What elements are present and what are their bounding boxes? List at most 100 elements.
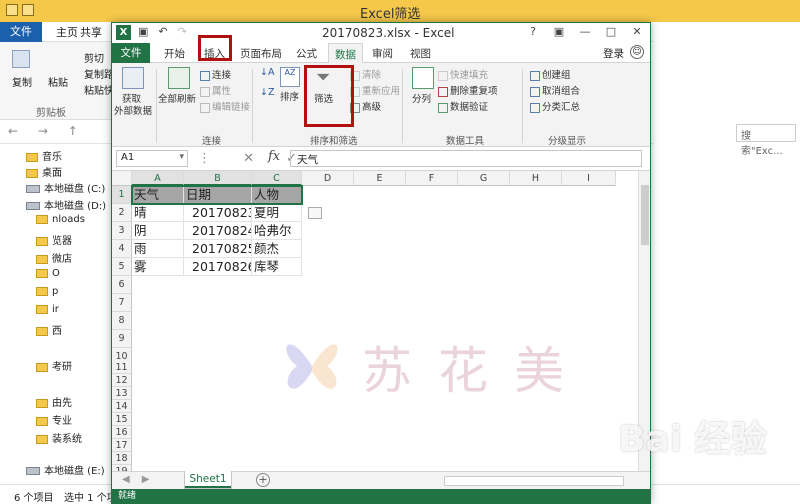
formula-input[interactable]: 天气 [290,150,642,167]
table-cell[interactable]: 20170823 [184,204,252,222]
table-cell[interactable]: 20170824 [184,222,252,240]
row-header[interactable]: 16 [112,426,132,439]
table-cell[interactable]: 哈弗尔 [252,222,302,240]
tree-item-disk-d[interactable]: 本地磁盘 (D:) [26,197,106,212]
tab-home[interactable]: 开始 [164,46,185,61]
name-box[interactable]: A1 [116,150,188,167]
paste-options-icon[interactable] [308,207,322,219]
col-header[interactable]: B [184,171,252,186]
connections-button[interactable]: 连接 [200,67,231,81]
row-header[interactable]: 14 [112,400,132,413]
subtotal-button[interactable]: 分类汇总 [530,99,580,113]
table-cell[interactable]: 晴 [132,204,184,222]
new-folder-icon[interactable] [22,4,34,16]
properties-button[interactable]: 属性 [200,83,231,97]
col-header[interactable]: F [406,171,458,186]
tree-item-music[interactable]: 音乐 [26,148,62,163]
row-header[interactable]: 5 [112,258,132,276]
flash-fill-button[interactable]: 快速填充 [438,67,488,81]
col-header[interactable]: H [510,171,562,186]
tree-item-folder[interactable]: 微店 [36,250,72,265]
table-cell[interactable]: 库琴 [252,258,302,276]
row-header[interactable]: 12 [112,374,132,387]
row-header[interactable]: 6 [112,276,132,294]
tree-item-folder[interactable]: p [36,286,58,297]
tree-item-folder[interactable]: ir [36,304,59,315]
cut-button[interactable]: 剪切 [84,50,104,65]
advanced-filter-button[interactable]: 高级 [350,99,381,113]
paste-button[interactable]: 粘贴 [48,74,68,89]
nav-arrows-icon[interactable]: ← → ↑ [8,124,86,138]
tab-data[interactable]: 数据 [328,43,363,64]
reapply-button[interactable]: 重新应用 [350,83,400,97]
explorer-tab-share[interactable]: 共享 [80,24,102,40]
tree-item-folder[interactable]: O [36,268,60,279]
tab-review[interactable]: 审阅 [372,46,393,61]
sort-dialog-icon[interactable]: AZ [280,67,300,87]
copy-button[interactable]: 复制 [12,74,32,89]
group-button[interactable]: 创建组 [530,67,571,81]
tree-item-folder[interactable]: 专业 [36,412,72,427]
close-button[interactable]: ✕ [624,23,650,41]
row-header[interactable]: 8 [112,312,132,330]
text-to-columns-button[interactable]: 分列 [412,91,431,105]
col-header[interactable]: I [562,171,616,186]
sheet-nav-arrows-icon[interactable]: ◀▶ [122,474,161,485]
row-header[interactable]: 18 [112,452,132,465]
row-header[interactable]: 1 [112,186,132,204]
table-cell[interactable]: 阴 [132,222,184,240]
sheet-tab[interactable]: Sheet1 [184,471,232,489]
row-header[interactable]: 11 [112,361,132,374]
feedback-smiley-icon[interactable]: ☺ [630,45,644,59]
add-sheet-button[interactable]: + [256,473,270,487]
explorer-search-input[interactable]: 搜索"Exc... [736,124,796,157]
tab-view[interactable]: 视图 [410,46,431,61]
row-header[interactable]: 9 [112,330,132,348]
save-icon[interactable]: ▣ [138,25,148,38]
tree-item-folder[interactable]: 考研 [36,358,72,373]
row-header[interactable]: 15 [112,413,132,426]
table-cell[interactable]: 20170826 [184,258,252,276]
sign-in-link[interactable]: 登录 [603,46,624,61]
tree-item-folder[interactable]: 览器 [36,232,72,247]
table-cell[interactable]: 雨 [132,240,184,258]
tree-item-desktop[interactable]: 桌面 [26,164,62,179]
copy-path-button[interactable]: 复制路 [84,66,114,81]
sort-button[interactable]: 排序 [280,89,299,103]
select-all-corner[interactable] [112,171,132,186]
row-header[interactable]: 7 [112,294,132,312]
col-header[interactable]: G [458,171,510,186]
undo-icon[interactable]: ↶ [158,25,167,38]
sort-za-icon[interactable]: ↓Z [260,87,274,98]
tree-item-disk-c[interactable]: 本地磁盘 (C:) [26,180,105,195]
help-button[interactable]: ? [520,23,546,41]
row-header[interactable]: 4 [112,240,132,258]
tab-file[interactable]: 文件 [112,43,150,63]
edit-links-button[interactable]: 编辑链接 [200,99,250,113]
table-cell[interactable]: 夏明 [252,204,302,222]
row-header[interactable]: 17 [112,439,132,452]
row-header[interactable]: 13 [112,387,132,400]
col-header[interactable]: C [252,171,302,186]
horizontal-scrollbar[interactable] [444,476,624,486]
properties-icon[interactable] [6,4,18,16]
ribbon-display-button[interactable]: ▣ [546,23,572,41]
tree-item-folder[interactable]: nloads [36,214,85,225]
minimize-button[interactable]: — [572,23,598,41]
remove-duplicates-button[interactable]: 删除重复项 [438,83,498,97]
paste-shortcut-button[interactable]: 粘贴快 [84,82,114,97]
insert-function-icon[interactable]: fx [268,149,280,164]
table-cell[interactable]: 雾 [132,258,184,276]
tree-item-disk-e[interactable]: 本地磁盘 (E:) [26,462,105,477]
row-header[interactable]: 2 [112,204,132,222]
col-header[interactable]: A [132,171,184,186]
tab-formulas[interactable]: 公式 [296,46,317,61]
worksheet-grid[interactable]: A B C D E F G H I 1 2 3 4 5 6 7 8 9 10 1… [112,171,650,481]
scroll-thumb[interactable] [641,185,649,245]
table-cell[interactable]: 颜杰 [252,240,302,258]
sort-az-icon[interactable]: ↓A [260,67,274,78]
row-header[interactable]: 3 [112,222,132,240]
tree-item-folder[interactable]: 由先 [36,394,72,409]
maximize-button[interactable]: □ [598,23,624,41]
redo-icon[interactable]: ↷ [178,25,187,38]
